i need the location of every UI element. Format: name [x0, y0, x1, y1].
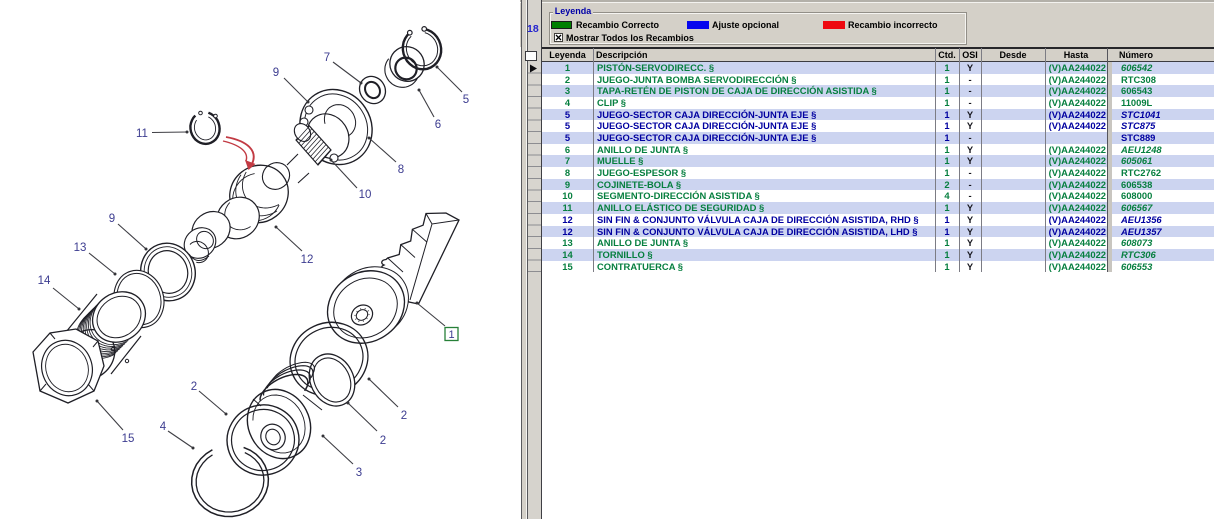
- svg-text:4: 4: [160, 421, 167, 433]
- svg-text:12: 12: [301, 254, 314, 266]
- svg-text:9: 9: [273, 67, 279, 79]
- svg-text:8: 8: [398, 164, 404, 176]
- svg-text:9: 9: [109, 213, 115, 225]
- svg-text:3: 3: [356, 467, 362, 479]
- svg-text:6: 6: [435, 119, 441, 131]
- svg-text:1: 1: [448, 329, 454, 341]
- svg-text:2: 2: [191, 381, 197, 393]
- svg-text:5: 5: [463, 94, 469, 106]
- svg-text:10: 10: [359, 189, 372, 201]
- svg-text:2: 2: [380, 435, 386, 447]
- svg-text:2: 2: [401, 410, 407, 422]
- svg-text:14: 14: [38, 275, 51, 287]
- svg-text:15: 15: [122, 433, 135, 445]
- svg-text:7: 7: [324, 52, 330, 64]
- svg-text:13: 13: [74, 242, 87, 254]
- svg-text:11: 11: [136, 128, 148, 140]
